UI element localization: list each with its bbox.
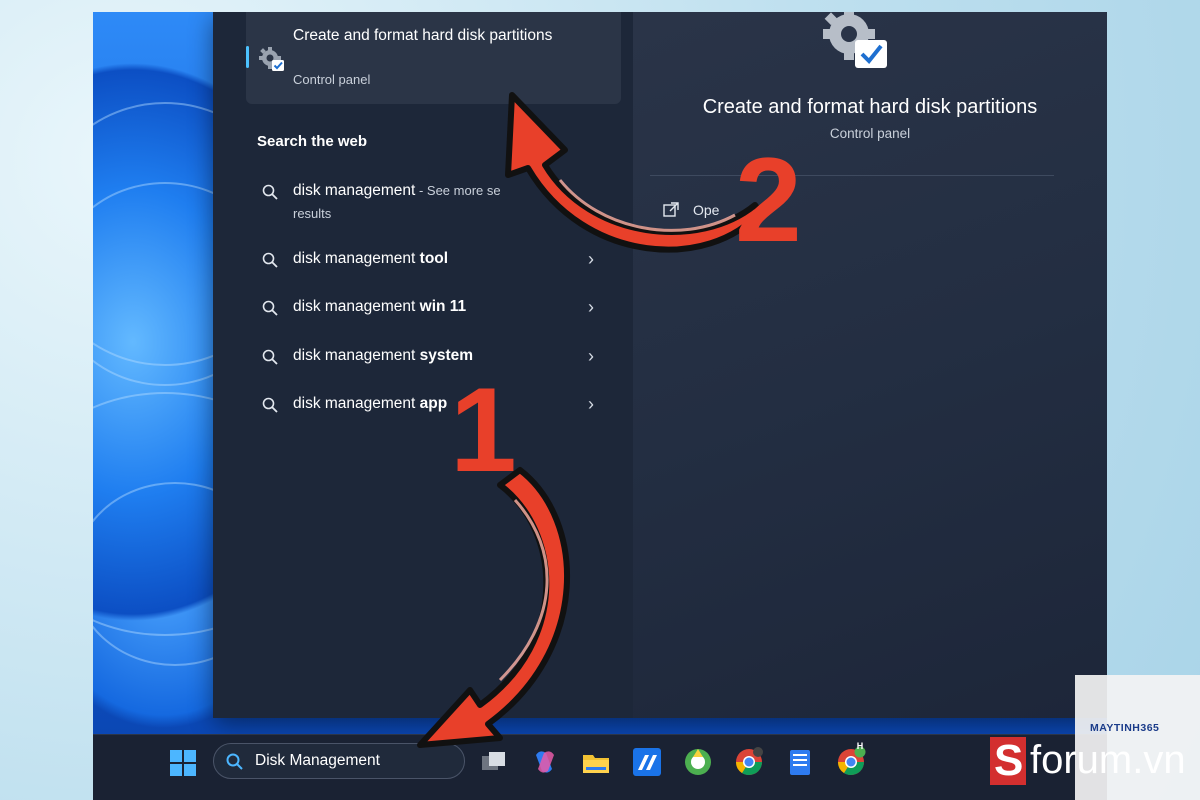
chrome-icon[interactable]	[734, 747, 764, 777]
best-match-subtitle: Control panel	[293, 72, 371, 87]
preview-pane: Create and format hard disk partitions C…	[633, 12, 1107, 718]
search-icon	[262, 252, 278, 268]
search-icon	[262, 397, 278, 413]
divider	[650, 175, 1054, 176]
start-search-panel: Create and format hard disk partitions C…	[213, 12, 1107, 718]
task-view-icon[interactable]	[479, 747, 509, 777]
chevron-right-icon[interactable]: ›	[588, 394, 594, 415]
selection-indicator	[246, 46, 249, 68]
sforum-logo-text: forum.vn	[1030, 738, 1186, 782]
web-result-text: disk management - See more se	[293, 182, 501, 199]
web-result-row[interactable]: disk management win 11 ›	[246, 286, 621, 330]
best-match-title: Create and format hard disk partitions	[293, 27, 553, 44]
gear-check-icon	[823, 12, 887, 68]
web-result-text: disk management system	[293, 347, 474, 364]
open-external-icon	[663, 202, 679, 217]
sforum-logo-mark: S	[990, 737, 1026, 785]
gear-check-icon	[259, 47, 284, 71]
chevron-right-icon[interactable]: ›	[588, 346, 594, 367]
web-result-text: disk management app	[293, 395, 448, 412]
chevron-right-icon[interactable]: ›	[588, 249, 594, 270]
app-icon[interactable]	[632, 747, 662, 777]
open-label: Ope	[693, 202, 720, 218]
web-result-subtext: results	[293, 206, 332, 221]
maytinh365-logo: MAYTINH365	[1090, 722, 1160, 734]
search-results-pane: Create and format hard disk partitions C…	[213, 12, 633, 718]
windows-start-icon[interactable]	[169, 749, 197, 777]
search-icon	[262, 349, 278, 365]
copilot-icon[interactable]	[530, 747, 560, 777]
web-result-row[interactable]: disk management app ›	[246, 383, 621, 427]
web-result-row[interactable]: disk management - See more se results	[246, 170, 621, 221]
step-2-label: 2	[735, 133, 802, 267]
see-more-text: - See more se	[415, 183, 501, 198]
search-the-web-heading: Search the web	[257, 133, 368, 150]
desktop-screen: Create and format hard disk partitions C…	[93, 12, 1107, 800]
web-result-text: disk management tool	[293, 250, 449, 267]
search-icon	[226, 753, 243, 770]
search-icon	[262, 184, 278, 200]
taskbar: Disk Management H	[93, 734, 1107, 800]
chrome-profile-badge: H	[856, 741, 864, 751]
search-icon	[262, 300, 278, 316]
notepad-icon[interactable]	[785, 747, 815, 777]
file-explorer-icon[interactable]	[581, 747, 611, 777]
best-match-result[interactable]: Create and format hard disk partitions C…	[246, 12, 621, 104]
web-result-text: disk management win 11	[293, 298, 467, 315]
step-1-label: 1	[450, 363, 517, 497]
preview-title: Create and format hard disk partitions	[702, 96, 1038, 118]
web-result-row[interactable]: disk management tool ›	[246, 238, 621, 282]
taskbar-search-input[interactable]: Disk Management	[255, 752, 380, 770]
app-icon[interactable]	[683, 747, 713, 777]
web-result-row[interactable]: disk management system ›	[246, 335, 621, 379]
taskbar-search-box[interactable]: Disk Management	[213, 743, 465, 779]
preview-subtitle: Control panel	[829, 126, 911, 141]
chevron-right-icon[interactable]: ›	[588, 297, 594, 318]
